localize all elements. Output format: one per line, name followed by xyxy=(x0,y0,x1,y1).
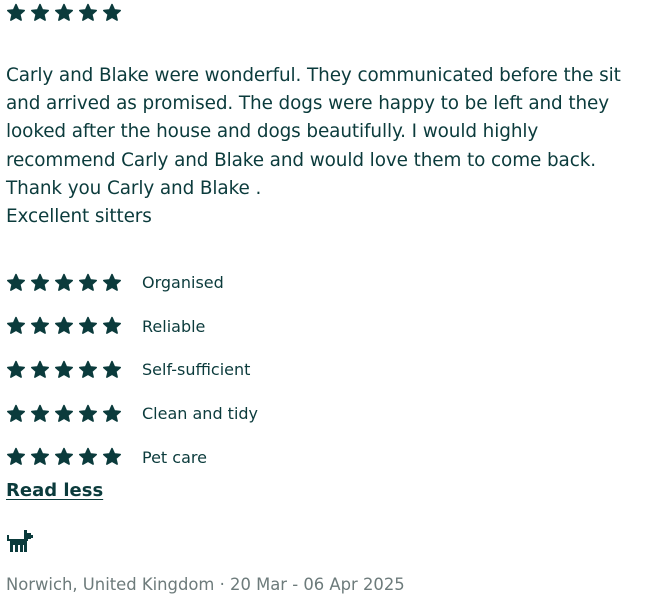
sit-meta: Norwich, United Kingdom · 20 Mar - 06 Ap… xyxy=(6,575,405,594)
star-icon xyxy=(6,447,26,467)
overall-rating-stars xyxy=(6,3,126,23)
star-icon xyxy=(54,447,74,467)
category-label: Self-sufficient xyxy=(142,360,251,380)
star-icon xyxy=(30,447,50,467)
category-label: Organised xyxy=(142,273,224,293)
category-row: Self-sufficient xyxy=(6,348,258,392)
category-stars xyxy=(6,316,126,336)
sit-dates: 20 Mar - 06 Apr 2025 xyxy=(230,575,405,594)
star-icon xyxy=(78,360,98,380)
star-icon xyxy=(30,273,50,293)
category-stars xyxy=(6,404,126,424)
category-label: Pet care xyxy=(142,447,207,467)
star-icon xyxy=(6,316,26,336)
star-icon xyxy=(78,404,98,424)
star-icon xyxy=(78,316,98,336)
category-stars xyxy=(6,447,126,467)
category-label: Reliable xyxy=(142,316,206,336)
star-icon xyxy=(30,404,50,424)
star-icon xyxy=(54,360,74,380)
review-text: Carly and Blake were wonderful. They com… xyxy=(6,65,621,228)
star-icon xyxy=(102,404,122,424)
category-stars xyxy=(6,360,126,380)
star-icon xyxy=(6,273,26,293)
star-icon xyxy=(102,316,122,336)
sit-location: Norwich, United Kingdom xyxy=(6,575,215,594)
star-icon xyxy=(102,3,122,23)
star-icon xyxy=(54,273,74,293)
category-ratings: Organised Reliable Self-sufficient Clean an… xyxy=(6,261,258,479)
meta-separator: · xyxy=(214,575,231,594)
star-icon xyxy=(30,316,50,336)
category-row: Organised xyxy=(6,261,258,305)
star-icon xyxy=(30,360,50,380)
star-icon xyxy=(6,404,26,424)
category-row: Reliable xyxy=(6,305,258,349)
star-icon xyxy=(30,3,50,23)
star-icon xyxy=(102,447,122,467)
category-stars xyxy=(6,273,126,293)
star-icon xyxy=(78,447,98,467)
category-row: Clean and tidy xyxy=(6,392,258,436)
star-icon xyxy=(54,316,74,336)
star-icon xyxy=(78,273,98,293)
star-icon xyxy=(6,3,26,23)
star-icon xyxy=(78,3,98,23)
star-icon xyxy=(102,273,122,293)
category-row: Pet care xyxy=(6,435,258,479)
read-less-link[interactable]: Read less xyxy=(6,480,103,501)
category-label: Clean and tidy xyxy=(142,404,259,424)
star-icon xyxy=(54,404,74,424)
dog-icon xyxy=(6,529,34,553)
star-icon xyxy=(102,360,122,380)
star-icon xyxy=(6,360,26,380)
star-icon xyxy=(54,3,74,23)
